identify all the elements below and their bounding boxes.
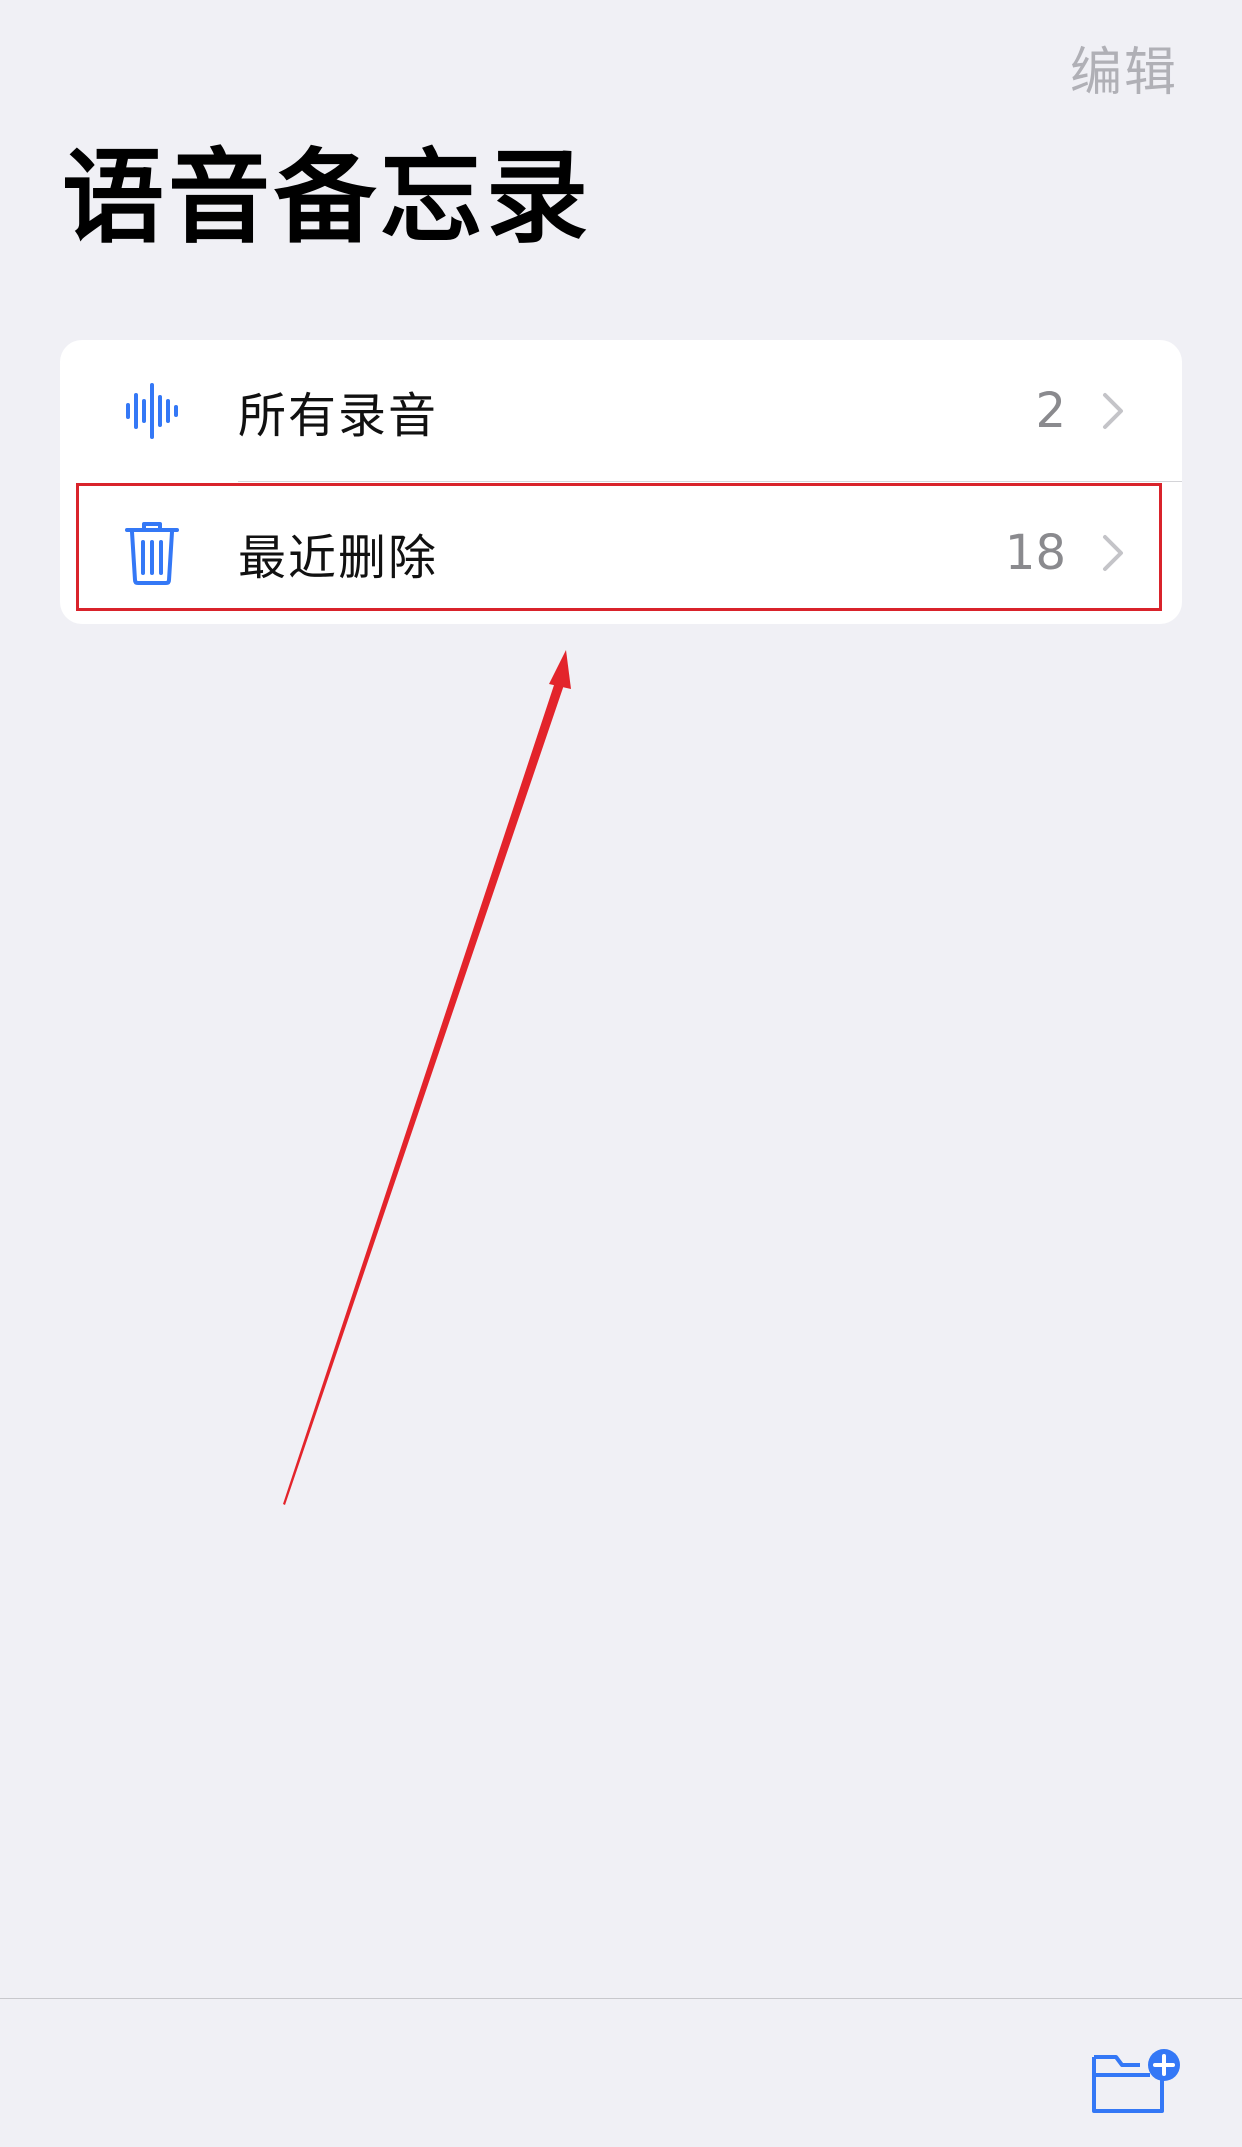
list-item-label: 所有录音 — [238, 388, 439, 444]
list-item-all-recordings[interactable]: 所有录音 2 — [60, 340, 1182, 482]
annotation-arrow — [283, 650, 571, 1505]
chevron-right-icon — [1103, 535, 1123, 571]
new-folder-icon[interactable] — [1090, 2047, 1184, 2117]
folder-list: 所有录音 2 最近删除 18 — [60, 340, 1182, 624]
page-title: 语音备忘录 — [62, 139, 592, 258]
waveform-icon — [120, 376, 184, 446]
list-item-recently-deleted[interactable]: 最近删除 18 — [60, 482, 1182, 624]
trash-icon — [120, 518, 184, 588]
list-item-count: 18 — [1004, 525, 1066, 581]
bottom-toolbar — [0, 1998, 1242, 2147]
list-item-label: 最近删除 — [238, 530, 439, 586]
list-item-count: 2 — [1035, 383, 1066, 439]
chevron-right-icon — [1103, 393, 1123, 429]
edit-button[interactable]: 编辑 — [1070, 30, 1178, 105]
